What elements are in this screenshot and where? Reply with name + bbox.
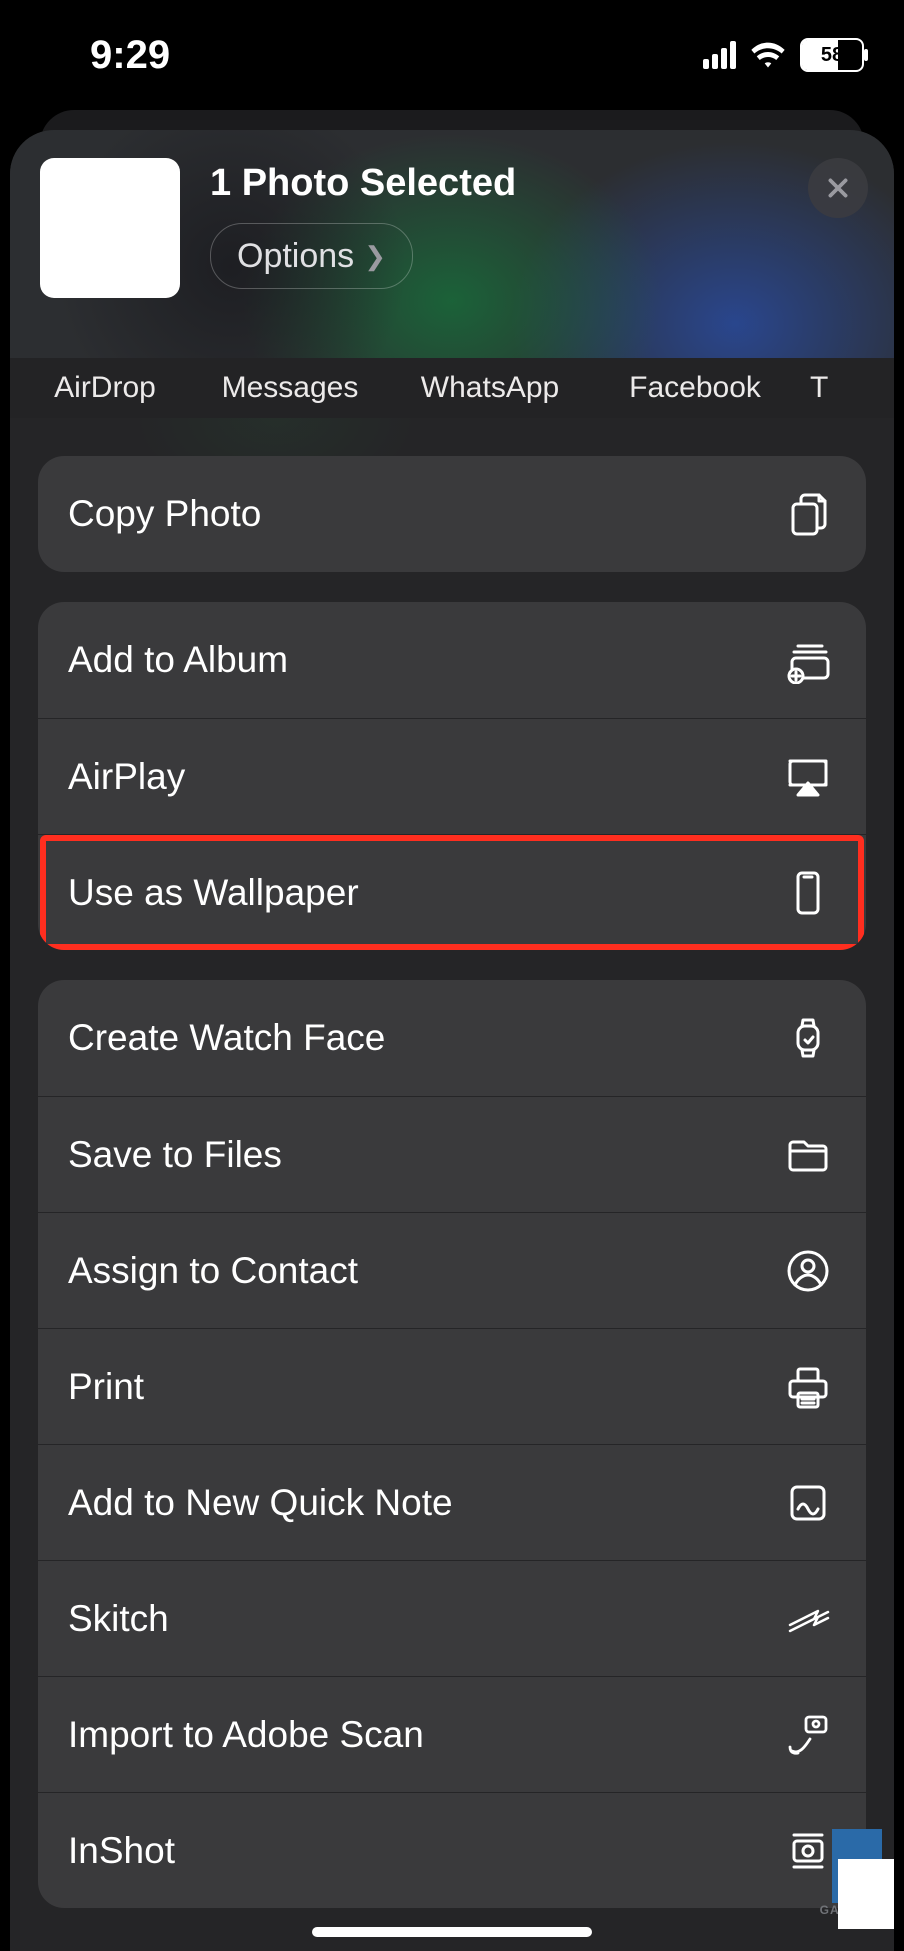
action-add-to-album[interactable]: Add to Album	[38, 602, 866, 718]
action-import-adobe-scan[interactable]: Import to Adobe Scan	[38, 1676, 866, 1792]
action-use-as-wallpaper[interactable]: Use as Wallpaper	[38, 834, 866, 950]
photo-thumbnail[interactable]	[40, 158, 180, 298]
cellular-icon	[703, 41, 736, 69]
action-label: Assign to Contact	[68, 1250, 358, 1292]
action-copy-photo[interactable]: Copy Photo	[38, 456, 866, 572]
action-inshot[interactable]: InShot	[38, 1792, 866, 1908]
options-label: Options	[237, 237, 354, 276]
sheet-header: 1 Photo Selected Options ❯	[10, 130, 894, 358]
action-label: Use as Wallpaper	[68, 872, 359, 914]
album-plus-icon	[784, 636, 832, 684]
folder-icon	[784, 1131, 832, 1179]
action-group-2: Add to Album AirPlay	[38, 602, 866, 950]
action-airplay[interactable]: AirPlay	[38, 718, 866, 834]
app-more[interactable]: T	[800, 371, 850, 405]
airplay-icon	[784, 753, 832, 801]
action-label: AirPlay	[68, 756, 185, 798]
share-sheet: 1 Photo Selected Options ❯ AirDrop Messa…	[10, 130, 894, 1951]
close-icon	[825, 175, 851, 201]
actions-section: Copy Photo Add to Album	[10, 418, 894, 1908]
status-right: 58	[703, 38, 864, 72]
app-messages[interactable]: Messages	[190, 371, 390, 405]
printer-icon	[784, 1363, 832, 1411]
action-label: Copy Photo	[68, 493, 261, 535]
action-print[interactable]: Print	[38, 1328, 866, 1444]
app-whatsapp[interactable]: WhatsApp	[390, 371, 590, 405]
home-indicator[interactable]	[312, 1927, 592, 1937]
app-airdrop[interactable]: AirDrop	[20, 371, 190, 405]
options-button[interactable]: Options ❯	[210, 223, 413, 289]
action-group-1: Copy Photo	[38, 456, 866, 572]
quick-note-icon	[784, 1479, 832, 1527]
inshot-icon	[784, 1827, 832, 1875]
action-create-watch-face[interactable]: Create Watch Face	[38, 980, 866, 1096]
action-assign-to-contact[interactable]: Assign to Contact	[38, 1212, 866, 1328]
contact-icon	[784, 1247, 832, 1295]
action-group-3: Create Watch Face Save to Files	[38, 980, 866, 1908]
share-apps-row: AirDrop Messages WhatsApp Facebook T	[10, 358, 894, 418]
action-label: Skitch	[68, 1598, 169, 1640]
sheet-title: 1 Photo Selected	[210, 162, 864, 205]
chevron-right-icon: ❯	[364, 241, 386, 272]
skitch-icon	[784, 1595, 832, 1643]
battery-icon: 58	[800, 38, 864, 72]
action-skitch[interactable]: Skitch	[38, 1560, 866, 1676]
action-save-to-files[interactable]: Save to Files	[38, 1096, 866, 1212]
action-label: InShot	[68, 1830, 175, 1872]
action-label: Save to Files	[68, 1134, 282, 1176]
copy-icon	[784, 490, 832, 538]
action-label: Create Watch Face	[68, 1017, 385, 1059]
action-label: Add to Album	[68, 639, 288, 681]
action-label: Add to New Quick Note	[68, 1482, 453, 1524]
status-time: 9:29	[90, 33, 170, 78]
watch-icon	[784, 1014, 832, 1062]
close-button[interactable]	[808, 158, 868, 218]
adobe-scan-icon	[784, 1711, 832, 1759]
action-label: Import to Adobe Scan	[68, 1714, 424, 1756]
status-bar: 9:29 58	[0, 0, 904, 110]
app-facebook[interactable]: Facebook	[590, 371, 800, 405]
wifi-icon	[750, 41, 786, 69]
battery-level: 58	[821, 44, 843, 67]
action-label: Print	[68, 1366, 144, 1408]
action-add-to-quick-note[interactable]: Add to New Quick Note	[38, 1444, 866, 1560]
phone-icon	[784, 869, 832, 917]
